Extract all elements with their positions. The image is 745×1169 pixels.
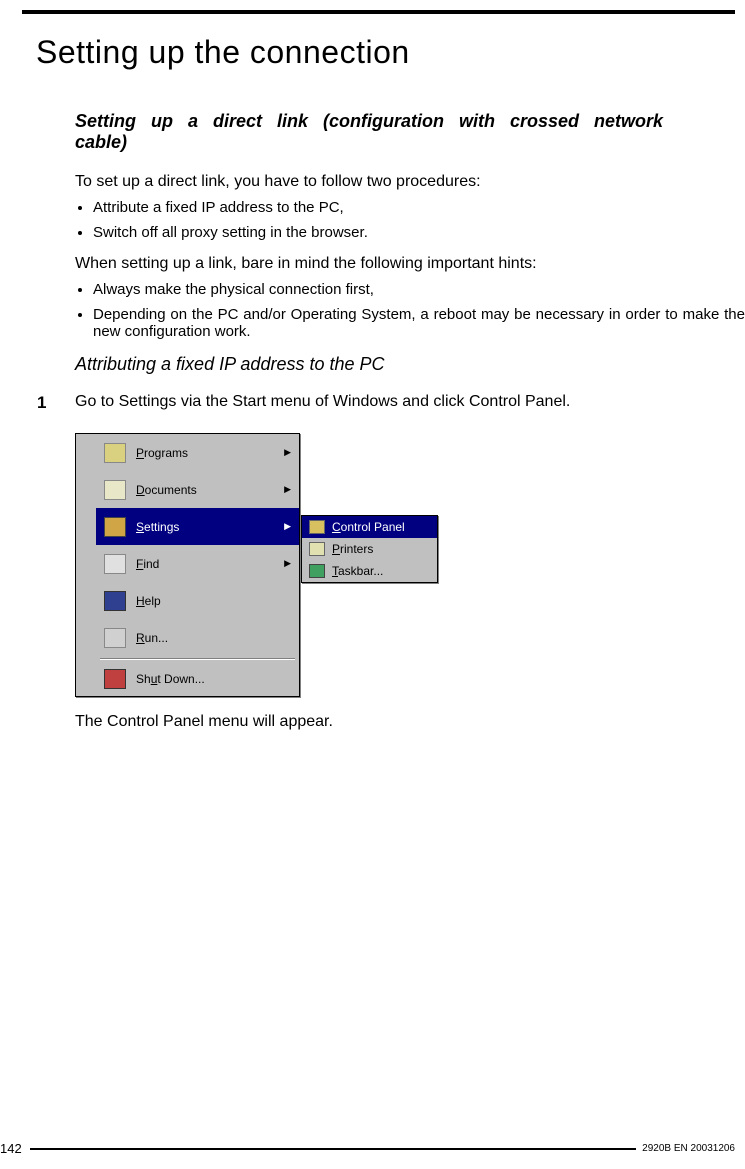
menu-item-run[interactable]: Run... bbox=[96, 619, 299, 656]
shutdown-icon bbox=[102, 667, 128, 691]
menu-separator bbox=[100, 658, 295, 660]
taskbar-icon bbox=[308, 563, 326, 579]
list-item: Attribute a fixed IP address to the PC, bbox=[93, 199, 745, 216]
menu-item-programs[interactable]: Programs ▶ bbox=[96, 434, 299, 471]
menu-item-find[interactable]: Find ▶ bbox=[96, 545, 299, 582]
page-footer: 142 2920B EN 20031206 bbox=[0, 1141, 735, 1156]
documents-icon bbox=[102, 478, 128, 502]
run-icon bbox=[102, 626, 128, 650]
printers-icon bbox=[308, 541, 326, 557]
start-menu-banner bbox=[76, 434, 96, 696]
find-icon bbox=[102, 552, 128, 576]
intro-paragraph: To set up a direct link, you have to fol… bbox=[75, 173, 745, 191]
section-subhead: Setting up a direct link (configuration … bbox=[75, 111, 745, 153]
menu-item-shutdown[interactable]: Shut Down... bbox=[96, 662, 299, 696]
subsection-head: Attributing a fixed IP address to the PC bbox=[75, 354, 745, 375]
programs-icon bbox=[102, 441, 128, 465]
hints-list: Always make the physical connection firs… bbox=[75, 281, 745, 340]
chevron-right-icon: ▶ bbox=[284, 521, 291, 532]
control-panel-icon bbox=[308, 519, 326, 535]
submenu-item-printers[interactable]: Printers bbox=[302, 538, 437, 560]
footer-rule bbox=[30, 1148, 636, 1150]
menu-item-settings[interactable]: Settings ▶ bbox=[96, 508, 299, 545]
help-icon bbox=[102, 589, 128, 613]
list-item: Depending on the PC and/or Operating Sys… bbox=[93, 306, 745, 340]
document-id: 2920B EN 20031206 bbox=[642, 1143, 735, 1154]
submenu-item-control-panel[interactable]: Control Panel bbox=[302, 516, 437, 538]
menu-item-documents[interactable]: Documents ▶ bbox=[96, 471, 299, 508]
after-menu-text: The Control Panel menu will appear. bbox=[75, 713, 745, 731]
chevron-right-icon: ▶ bbox=[284, 558, 291, 569]
menu-item-help[interactable]: Help bbox=[96, 582, 299, 619]
start-menu-screenshot: Programs ▶ Documents ▶ Settings ▶ bbox=[75, 433, 745, 697]
start-menu: Programs ▶ Documents ▶ Settings ▶ bbox=[75, 433, 300, 697]
step-number: 1 bbox=[37, 393, 75, 413]
list-item: Always make the physical connection firs… bbox=[93, 281, 745, 298]
procedure-list: Attribute a fixed IP address to the PC, … bbox=[75, 199, 745, 241]
chevron-right-icon: ▶ bbox=[284, 447, 291, 458]
hints-intro: When setting up a link, bare in mind the… bbox=[75, 255, 745, 273]
settings-icon bbox=[102, 515, 128, 539]
page-number: 142 bbox=[0, 1141, 28, 1156]
top-rule bbox=[22, 10, 735, 14]
submenu-item-taskbar[interactable]: Taskbar... bbox=[302, 560, 437, 582]
chevron-right-icon: ▶ bbox=[284, 484, 291, 495]
settings-submenu: Control Panel Printers Taskbar... bbox=[301, 515, 438, 583]
step-text: Go to Settings via the Start menu of Win… bbox=[75, 393, 570, 411]
list-item: Switch off all proxy setting in the brow… bbox=[93, 224, 745, 241]
page-title: Setting up the connection bbox=[36, 34, 745, 71]
step-1: 1 Go to Settings via the Start menu of W… bbox=[37, 393, 745, 413]
